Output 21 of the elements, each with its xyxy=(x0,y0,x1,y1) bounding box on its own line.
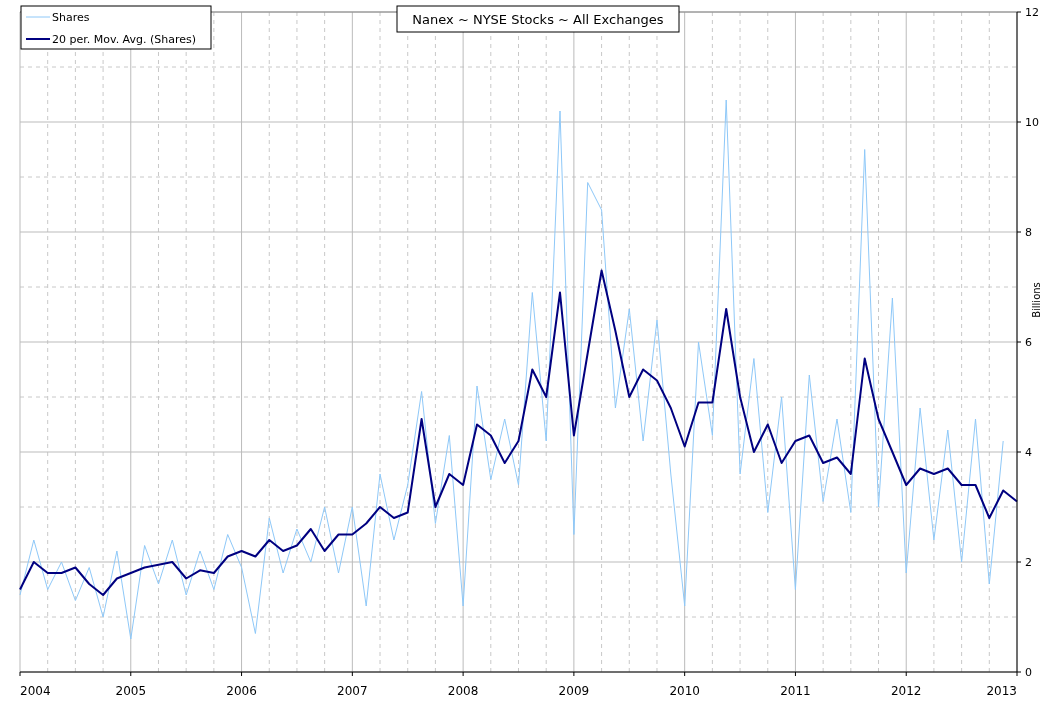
y-axis-label: Billions xyxy=(1031,282,1042,318)
x-tick-label: 2009 xyxy=(558,684,590,698)
x-tick-label: 2010 xyxy=(669,684,700,698)
x-tick-label: 2007 xyxy=(337,684,368,698)
y-tick-label: 4 xyxy=(1025,446,1032,459)
legend-label: Shares xyxy=(52,11,90,24)
y-tick-label: 0 xyxy=(1025,666,1032,679)
chart-title: Nanex ~ NYSE Stocks ~ All Exchanges xyxy=(412,12,664,27)
x-tick-label: 2006 xyxy=(226,684,257,698)
x-tick-label: 2004 xyxy=(20,684,51,698)
y-tick-label: 10 xyxy=(1025,116,1039,129)
x-tick-label: 2012 xyxy=(890,684,922,698)
legend-label: 20 per. Mov. Avg. (Shares) xyxy=(52,33,197,46)
x-tick-label: 2005 xyxy=(115,684,147,698)
x-tick-label: 2011 xyxy=(780,684,811,698)
y-tick-label: 12 xyxy=(1025,6,1039,19)
y-tick-label: 8 xyxy=(1025,226,1032,239)
y-tick-label: 6 xyxy=(1025,336,1032,349)
x-tick-label: 2013 xyxy=(986,684,1017,698)
x-tick-label: 2008 xyxy=(447,684,479,698)
y-tick-label: 2 xyxy=(1025,556,1032,569)
